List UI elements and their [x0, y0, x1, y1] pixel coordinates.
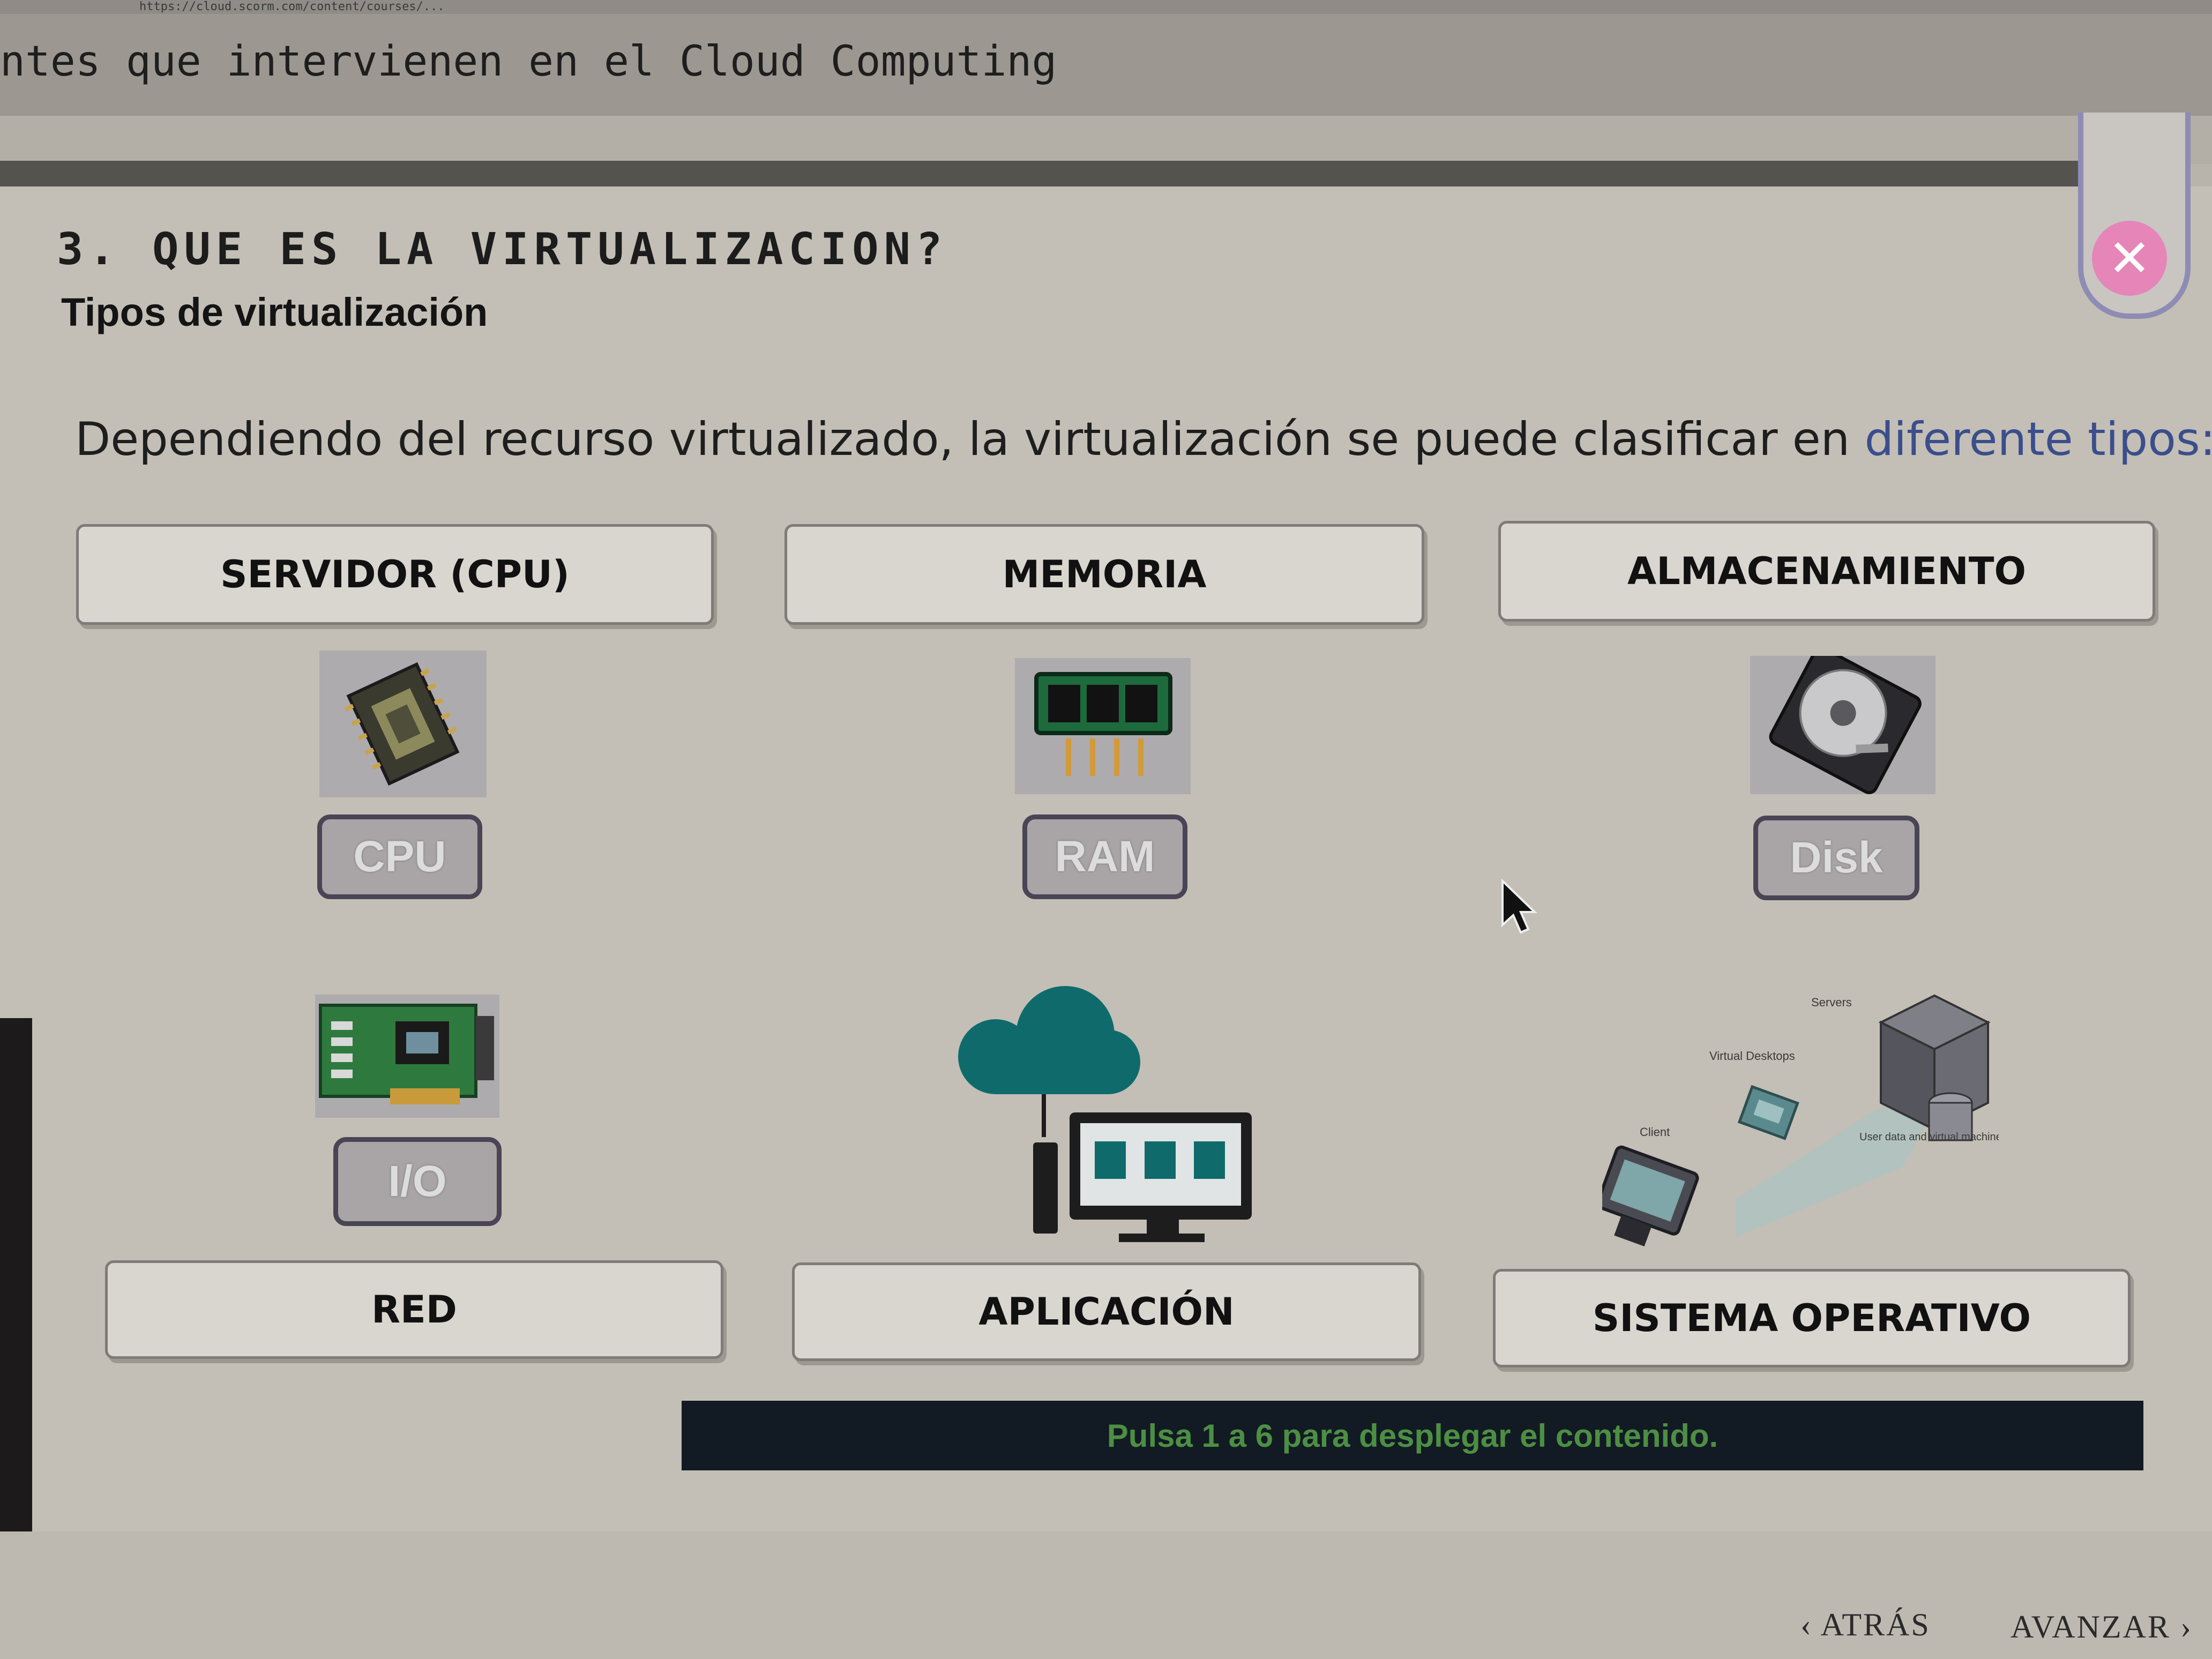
servers-label: Servers	[1811, 996, 1852, 1009]
close-button[interactable]: ✕	[2092, 221, 2167, 296]
cpu-chip-icon	[319, 651, 487, 797]
back-label: ATRÁS	[1820, 1607, 1931, 1642]
browser-url-bar[interactable]: https://cloud.scorm.com/content/courses/…	[0, 0, 2212, 14]
cpu-badge: CPU	[317, 814, 482, 899]
category-button-red[interactable]: RED	[105, 1260, 723, 1359]
client-label: Client	[1640, 1125, 1670, 1139]
header-divider	[0, 161, 2090, 186]
back-button[interactable]: ‹ ATRÁS	[1800, 1606, 1931, 1643]
virtual-desktops-label: Virtual Desktops	[1709, 1049, 1795, 1063]
category-button-aplicacion[interactable]: APLICACIÓN	[792, 1262, 1421, 1361]
io-badge: I/O	[333, 1137, 502, 1226]
instruction-bar: Pulsa 1 a 6 para desplegar el contenido.	[682, 1401, 2143, 1470]
user-data-label: User data and virtual machine images	[1859, 1131, 1999, 1143]
category-button-almacenamiento[interactable]: ALMACENAMIENTO	[1498, 521, 2155, 622]
left-edge	[0, 1018, 32, 1533]
intro-text: Dependiendo del recurso virtualizado, la…	[75, 413, 2212, 466]
header-band	[0, 116, 2212, 164]
forward-button[interactable]: AVANZAR ›	[2011, 1609, 2193, 1646]
section-subtitle: Tipos de virtualización	[61, 290, 488, 334]
ram-badge: RAM	[1022, 814, 1187, 899]
category-button-sistema-operativo[interactable]: SISTEMA OPERATIVO	[1493, 1269, 2131, 1367]
category-button-servidor[interactable]: SERVIDOR (CPU)	[76, 524, 714, 625]
intro-accent: diferente tipos:	[1864, 413, 2212, 466]
cloud-desktop-icon	[947, 982, 1269, 1242]
instruction-text: Pulsa 1 a 6 para desplegar el contenido.	[1107, 1417, 1718, 1454]
hard-disk-icon	[1750, 646, 1935, 795]
virtual-desktop-diagram-icon: Servers Virtual Desktops Client User dat…	[1596, 985, 2039, 1264]
intro-main: Dependiendo del recurso virtualizado, la…	[75, 413, 1865, 466]
mouse-pointer-icon	[1500, 878, 1538, 940]
section-title: 3. QUE ES LA VIRTUALIZACION?	[57, 224, 948, 275]
close-icon: ✕	[2108, 228, 2151, 288]
category-button-memoria[interactable]: MEMORIA	[784, 524, 1424, 625]
url-text: https://cloud.scorm.com/content/courses/…	[139, 0, 445, 13]
chevron-left-icon: ‹	[1800, 1607, 1821, 1642]
forward-label: AVANZAR	[2011, 1609, 2171, 1645]
chevron-right-icon: ›	[2170, 1609, 2193, 1645]
ram-module-icon	[1015, 658, 1191, 794]
course-title: ntes que intervienen en el Cloud Computi…	[0, 38, 1057, 86]
network-card-icon	[315, 995, 499, 1118]
disk-badge: Disk	[1753, 816, 1919, 900]
